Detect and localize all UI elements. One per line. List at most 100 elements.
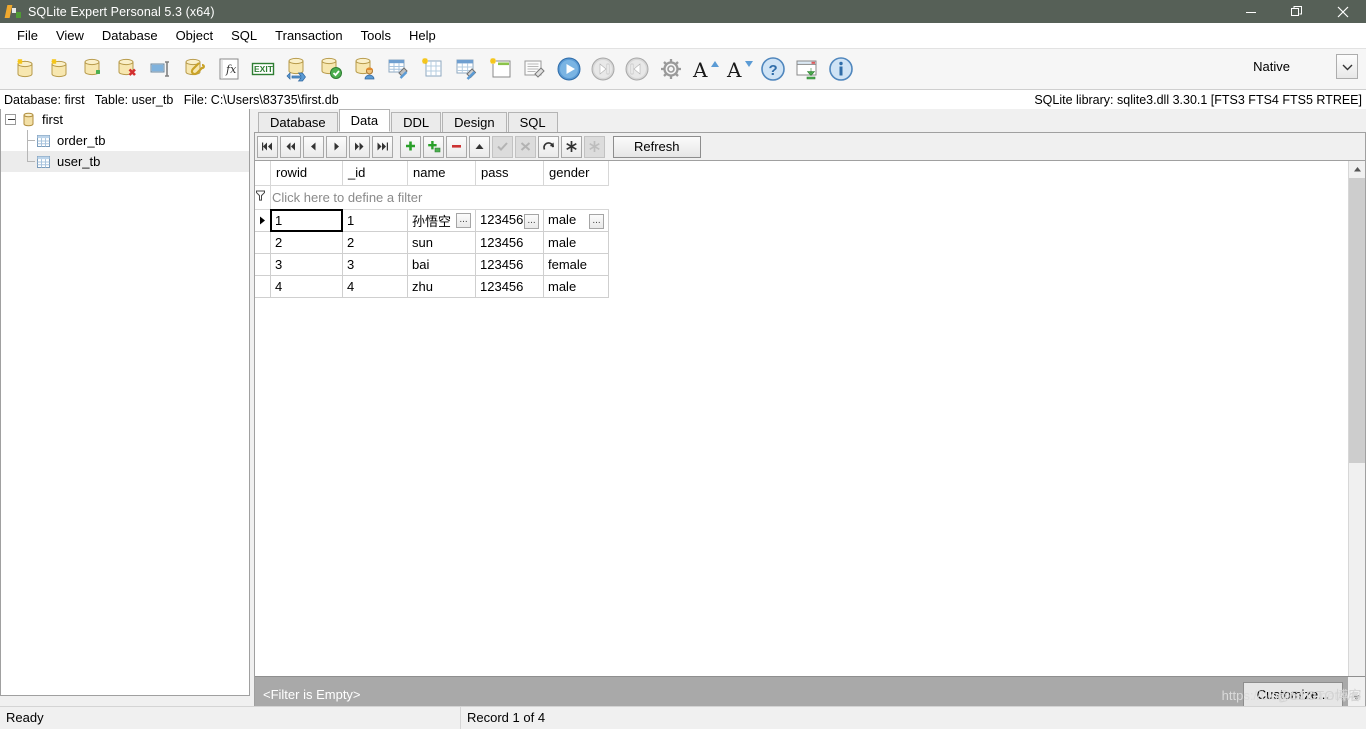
function-fx-button[interactable]: fx — [212, 52, 246, 86]
scrollbar-track[interactable] — [1349, 463, 1365, 676]
table-row[interactable]: 3 3 bai 123456 female — [255, 253, 609, 276]
cell-rowid[interactable]: 1 — [270, 208, 343, 232]
column-header-rowid[interactable]: rowid — [270, 161, 343, 186]
table-row[interactable]: 1 1 ... 孙悟空 ... 123456 ... male — [255, 208, 609, 232]
record-edit-button[interactable] — [518, 52, 552, 86]
cell-rowid[interactable]: 4 — [270, 275, 343, 298]
tab-design[interactable]: Design — [442, 112, 507, 132]
set-null-button[interactable] — [561, 135, 582, 158]
first-record-button[interactable] — [257, 135, 278, 158]
cell-editor-ellipsis-button[interactable]: ... — [456, 212, 471, 228]
cell-id[interactable]: 4 — [342, 275, 408, 298]
prior-record-button[interactable] — [303, 135, 324, 158]
minimize-button[interactable] — [1228, 0, 1274, 23]
cell-id[interactable]: 3 — [342, 253, 408, 276]
gear-button[interactable] — [654, 52, 688, 86]
cell-name[interactable]: bai — [407, 253, 476, 276]
native-mode-selector[interactable]: Native — [1253, 54, 1358, 79]
step-back-button[interactable] — [620, 52, 654, 86]
scroll-up-button[interactable] — [1349, 161, 1365, 178]
menu-database[interactable]: Database — [93, 25, 167, 46]
cell-gender[interactable]: male — [543, 275, 609, 298]
step-forward-button[interactable] — [586, 52, 620, 86]
cell-rowid[interactable]: 2 — [270, 231, 343, 254]
cell-name[interactable]: sun — [407, 231, 476, 254]
filter-funnel-icon[interactable] — [255, 185, 271, 210]
database-user-button[interactable] — [348, 52, 382, 86]
edit-record-button[interactable] — [469, 135, 490, 158]
menu-object[interactable]: Object — [167, 25, 223, 46]
cell-name[interactable]: ... 孙悟空 — [407, 209, 476, 232]
attach-database-button[interactable] — [76, 52, 110, 86]
column-header-name[interactable]: name — [407, 161, 476, 186]
tree-node-order-tb[interactable]: order_tb — [1, 130, 249, 151]
menu-sql[interactable]: SQL — [222, 25, 266, 46]
menu-view[interactable]: View — [47, 25, 93, 46]
cell-editor-ellipsis-button[interactable]: ... — [589, 213, 604, 229]
refresh-data-button[interactable] — [538, 135, 559, 158]
close-button[interactable] — [1320, 0, 1366, 23]
tab-database[interactable]: Database — [258, 112, 338, 132]
cell-id[interactable]: 2 — [342, 231, 408, 254]
menu-tools[interactable]: Tools — [352, 25, 400, 46]
table-row[interactable]: 2 2 sun 123456 male — [255, 231, 609, 254]
cell-gender[interactable]: ... male — [543, 209, 609, 232]
window-download-button[interactable] — [790, 52, 824, 86]
column-header-id[interactable]: _id — [342, 161, 408, 186]
cell-rowid[interactable]: 3 — [270, 253, 343, 276]
filter-row-label[interactable]: Click here to define a filter — [270, 185, 609, 210]
table-new-button[interactable] — [416, 52, 450, 86]
table-tools-button[interactable] — [382, 52, 416, 86]
tab-sql[interactable]: SQL — [507, 112, 558, 132]
tab-data[interactable]: Data — [338, 109, 391, 132]
tree-node-first[interactable]: first — [1, 109, 249, 130]
cell-name[interactable]: zhu — [407, 275, 476, 298]
detach-database-button[interactable] — [110, 52, 144, 86]
cell-pass[interactable]: 123456 — [475, 275, 544, 298]
view-new-button[interactable] — [484, 52, 518, 86]
cell-gender[interactable]: female — [543, 253, 609, 276]
database-backup-button[interactable] — [280, 52, 314, 86]
customize-button[interactable]: Customize... — [1242, 681, 1343, 708]
execute-button[interactable] — [552, 52, 586, 86]
next-record-button[interactable] — [326, 135, 347, 158]
last-record-button[interactable] — [372, 135, 393, 158]
new-database-button[interactable] — [8, 52, 42, 86]
cell-id[interactable]: 1 — [342, 209, 408, 232]
database-check-button[interactable] — [314, 52, 348, 86]
database-attach-button[interactable] — [178, 52, 212, 86]
cell-gender[interactable]: male — [543, 231, 609, 254]
exit-button[interactable]: EXIT — [246, 52, 280, 86]
font-decrease-button[interactable]: A — [722, 52, 756, 86]
grid-vertical-scrollbar[interactable] — [1348, 161, 1365, 676]
refresh-button[interactable]: Refresh — [613, 135, 701, 158]
filter-row[interactable]: Click here to define a filter — [255, 185, 609, 210]
column-header-gender[interactable]: gender — [543, 161, 609, 186]
table-row[interactable]: 4 4 zhu 123456 male — [255, 275, 609, 298]
cell-pass[interactable]: 123456 — [475, 231, 544, 254]
insert-record-button[interactable] — [400, 135, 421, 158]
next-page-button[interactable] — [349, 135, 370, 158]
open-database-button[interactable] — [42, 52, 76, 86]
cell-editor-ellipsis-button[interactable]: ... — [524, 213, 539, 229]
delete-record-button[interactable] — [446, 135, 467, 158]
duplicate-record-button[interactable] — [423, 135, 444, 158]
column-header-pass[interactable]: pass — [475, 161, 544, 186]
restore-button[interactable] — [1274, 0, 1320, 23]
table-edit-button[interactable] — [450, 52, 484, 86]
menu-file[interactable]: File — [8, 25, 47, 46]
cell-pass[interactable]: ... 123456 — [475, 209, 544, 232]
info-button[interactable] — [824, 52, 858, 86]
cell-pass[interactable]: 123456 — [475, 253, 544, 276]
prior-page-button[interactable] — [280, 135, 301, 158]
scrollbar-thumb[interactable] — [1349, 178, 1365, 463]
expander-collapse-icon[interactable] — [5, 114, 16, 125]
font-increase-button[interactable]: A — [688, 52, 722, 86]
menu-transaction[interactable]: Transaction — [266, 25, 351, 46]
help-question-button[interactable]: ? — [756, 52, 790, 86]
menu-help[interactable]: Help — [400, 25, 445, 46]
rename-field-button[interactable] — [144, 52, 178, 86]
tab-ddl[interactable]: DDL — [391, 112, 442, 132]
tree-node-user-tb[interactable]: user_tb — [1, 151, 249, 172]
chevron-down-icon[interactable] — [1336, 54, 1358, 79]
